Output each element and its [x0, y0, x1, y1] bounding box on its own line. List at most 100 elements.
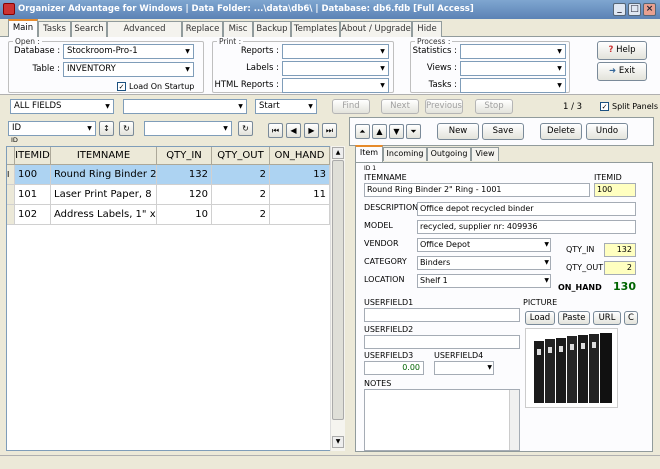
reports-select[interactable]: ▼: [282, 44, 389, 59]
tasks-select[interactable]: ▼: [460, 78, 566, 93]
col-header-qty-out[interactable]: QTY_OUT: [212, 147, 270, 165]
qty-in-field[interactable]: 132: [604, 243, 636, 257]
table-row[interactable]: I 100 Round Ring Binder 2 132 2 13: [7, 165, 334, 185]
find-button[interactable]: Find: [332, 99, 370, 114]
tab-outgoing[interactable]: Outgoing: [427, 147, 471, 161]
location-select[interactable]: Shelf 1 ▼: [417, 274, 551, 288]
labels-select[interactable]: ▼: [282, 61, 389, 76]
cell[interactable]: Laser Print Paper, 8: [51, 185, 157, 205]
cell[interactable]: 101: [15, 185, 51, 205]
cell[interactable]: 2: [212, 205, 270, 225]
cell[interactable]: [270, 205, 330, 225]
move-last-icon[interactable]: ⏷: [406, 124, 421, 139]
next-button[interactable]: Next: [381, 99, 419, 114]
save-button[interactable]: Save: [482, 123, 524, 140]
refresh-icon[interactable]: ↻: [119, 121, 134, 136]
tab-tasks[interactable]: Tasks: [38, 21, 71, 37]
cell[interactable]: 2: [212, 165, 270, 185]
load-picture-button[interactable]: Load: [525, 311, 555, 325]
help-button[interactable]: ? Help: [597, 41, 647, 60]
cell[interactable]: 132: [157, 165, 212, 185]
tab-main[interactable]: Main: [8, 19, 38, 38]
vendor-select[interactable]: Office Depot ▼: [417, 238, 551, 252]
tab-view[interactable]: View: [471, 147, 499, 161]
search-start-value: Start: [259, 101, 280, 111]
grid-vertical-scrollbar[interactable]: ▲ ▼: [330, 146, 345, 451]
undo-button[interactable]: Undo: [586, 123, 628, 140]
views-select[interactable]: ▼: [460, 61, 566, 76]
tab-about-upgrade[interactable]: About / Upgrade: [340, 21, 412, 37]
url-picture-button[interactable]: URL: [593, 311, 621, 325]
search-input[interactable]: ▼: [123, 99, 247, 114]
userfield2-field[interactable]: [364, 335, 520, 349]
tab-replace[interactable]: Replace: [182, 21, 223, 37]
search-start-select[interactable]: Start ▼: [255, 99, 317, 114]
previous-button[interactable]: Previous: [425, 99, 463, 114]
cell[interactable]: 10: [157, 205, 212, 225]
category-select[interactable]: Binders ▼: [417, 256, 551, 270]
cell[interactable]: 120: [157, 185, 212, 205]
minimize-button[interactable]: _: [613, 3, 626, 16]
col-header-itemid[interactable]: ITEMID: [15, 147, 51, 165]
cell[interactable]: 13: [270, 165, 330, 185]
cell[interactable]: 11: [270, 185, 330, 205]
sort-order-icon[interactable]: ↕: [99, 121, 114, 136]
paste-picture-button[interactable]: Paste: [558, 311, 590, 325]
col-header-qty-in[interactable]: QTY_IN: [157, 147, 212, 165]
cell[interactable]: Round Ring Binder 2: [51, 165, 157, 185]
itemname-field[interactable]: Round Ring Binder 2" Ring - 1001: [364, 183, 590, 197]
tab-templates[interactable]: Templates: [291, 21, 340, 37]
cell[interactable]: 102: [15, 205, 51, 225]
table-select[interactable]: INVENTORY ▼: [63, 62, 194, 77]
search-field-select[interactable]: ALL FIELDS ▼: [10, 99, 114, 114]
sort-field-select[interactable]: ID ▼: [8, 121, 96, 136]
qty-out-field[interactable]: 2: [604, 261, 636, 275]
scroll-down-icon[interactable]: ▼: [332, 436, 344, 448]
tab-item[interactable]: Item: [355, 145, 383, 162]
move-first-icon[interactable]: ⏶: [355, 124, 370, 139]
cell[interactable]: Address Labels, 1" x: [51, 205, 157, 225]
html-reports-select[interactable]: ▼: [282, 78, 389, 93]
exit-button[interactable]: ➜ Exit: [597, 62, 647, 81]
table-row[interactable]: 102 Address Labels, 1" x 10 2: [7, 205, 334, 225]
stop-button[interactable]: Stop: [475, 99, 513, 114]
new-button[interactable]: New: [437, 123, 479, 140]
tab-incoming[interactable]: Incoming: [383, 147, 427, 161]
clear-picture-button[interactable]: C: [624, 311, 638, 325]
move-up-icon[interactable]: ▲: [372, 124, 387, 139]
close-button[interactable]: ×: [643, 3, 656, 16]
scroll-up-icon[interactable]: ▲: [332, 147, 344, 159]
userfield4-select[interactable]: ▼: [434, 361, 494, 375]
notes-scrollbar[interactable]: [509, 390, 519, 450]
cell[interactable]: 100: [15, 165, 51, 185]
table-row[interactable]: 101 Laser Print Paper, 8 120 2 11: [7, 185, 334, 205]
first-record-icon[interactable]: ⏮: [268, 123, 283, 138]
tab-misc[interactable]: Misc: [223, 21, 253, 37]
load-on-startup-checkbox[interactable]: ✓: [117, 82, 126, 91]
delete-button[interactable]: Delete: [540, 123, 582, 140]
prev-record-icon[interactable]: ◀: [286, 123, 301, 138]
model-field[interactable]: recycled, supplier nr: 409936: [417, 220, 636, 234]
tab-backup[interactable]: Backup: [253, 21, 291, 37]
col-header-itemname[interactable]: ITEMNAME: [51, 147, 157, 165]
split-panels-checkbox[interactable]: ✓: [600, 102, 609, 111]
database-select[interactable]: Stockroom-Pro-1 ▼: [63, 44, 194, 59]
cell[interactable]: 2: [212, 185, 270, 205]
tab-search[interactable]: Search: [71, 21, 107, 37]
statistics-select[interactable]: ▼: [460, 44, 566, 59]
next-record-icon[interactable]: ▶: [304, 123, 319, 138]
userfield3-field[interactable]: 0.00: [364, 361, 424, 375]
filter-select[interactable]: ▼: [144, 121, 232, 136]
tab-advanced-search[interactable]: Advanced Search: [107, 21, 182, 48]
userfield1-field[interactable]: [364, 308, 520, 322]
col-header-on-hand[interactable]: ON_HAND: [270, 147, 330, 165]
refresh-filter-icon[interactable]: ↻: [238, 121, 253, 136]
itemid-field[interactable]: 100: [594, 183, 636, 197]
scroll-thumb[interactable]: [332, 160, 344, 420]
move-down-icon[interactable]: ▼: [389, 124, 404, 139]
description-field[interactable]: Office depot recycled binder: [417, 202, 636, 216]
maximize-button[interactable]: □: [628, 3, 641, 16]
notes-textarea[interactable]: [364, 389, 520, 451]
tab-hide[interactable]: Hide: [412, 21, 442, 37]
last-record-icon[interactable]: ⏭: [322, 123, 337, 138]
